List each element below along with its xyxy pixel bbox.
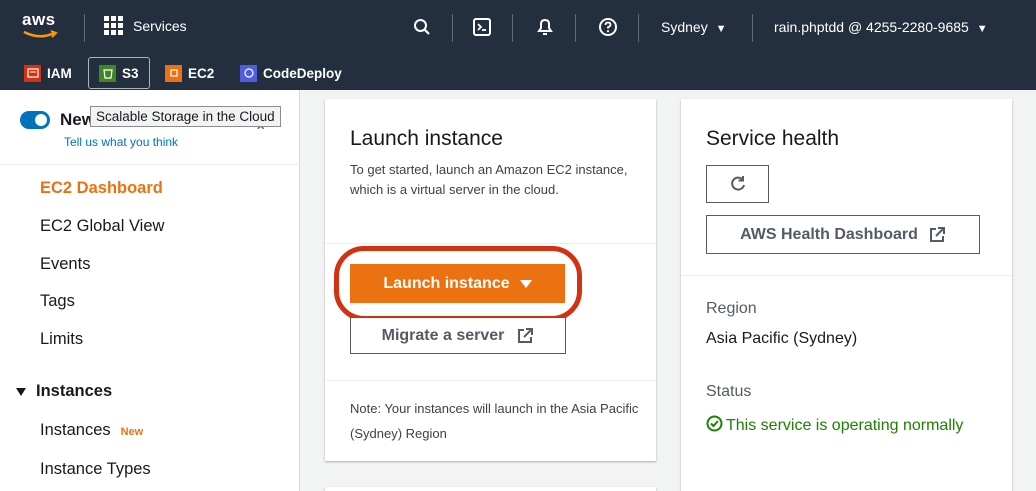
sidebar-item-events[interactable]: Events [40, 255, 90, 274]
status-value: This service is operating normally [706, 412, 966, 439]
caret-down-icon: ▼ [976, 23, 988, 35]
divider [638, 14, 639, 42]
cloudshell-icon[interactable] [470, 15, 494, 39]
search-icon[interactable] [410, 15, 434, 39]
divider [84, 14, 85, 42]
divider [752, 14, 753, 42]
services-menu[interactable]: Services [104, 16, 187, 35]
status-label: Status [706, 383, 752, 400]
feedback-link[interactable]: Tell us what you think [64, 135, 178, 149]
bucket-icon [99, 64, 116, 82]
region-value: Asia Pacific (Sydney) [706, 330, 858, 347]
sidebar-item-tags[interactable]: Tags [40, 292, 75, 311]
account-label: rain.phptdd @ 4255-2280-9685 [774, 19, 969, 35]
external-link-icon [929, 226, 945, 242]
sidebar: New Tell us what you think ⌃ Scalable St… [0, 90, 300, 491]
sidebar-section-instances[interactable]: Instances [16, 382, 112, 401]
launch-instance-card: Launch instance To get started, launch a… [325, 99, 656, 461]
aws-smile-icon [23, 30, 58, 38]
favorite-ec2[interactable]: EC2 [165, 56, 214, 90]
divider [325, 243, 656, 244]
status-text: This service is operating normally [726, 417, 964, 434]
divider [0, 164, 300, 165]
section-label: Instances [36, 382, 113, 400]
ec2-icon [165, 64, 182, 82]
favorite-label: EC2 [188, 65, 215, 81]
refresh-button[interactable] [706, 165, 769, 203]
iam-icon [24, 64, 41, 82]
tooltip: Scalable Storage in the Cloud [90, 106, 281, 127]
bell-icon[interactable] [533, 15, 557, 39]
favorite-label: S3 [122, 65, 139, 81]
divider [452, 14, 453, 42]
favorite-label: IAM [47, 65, 72, 81]
favorite-codedeploy[interactable]: CodeDeploy [240, 56, 342, 90]
button-label: Migrate a server [381, 326, 505, 344]
migrate-server-button[interactable]: Migrate a server [350, 317, 566, 354]
divider [681, 275, 1012, 276]
sidebar-item-label: Instances [40, 421, 111, 439]
check-circle-icon [706, 415, 723, 432]
card-description: To get started, launch an Amazon EC2 ins… [350, 162, 628, 197]
new-badge: New [120, 426, 144, 438]
divider [575, 14, 576, 42]
aws-logo-text: aws [22, 10, 56, 29]
caret-down-icon: ▼ [715, 23, 727, 35]
caret-down-icon [16, 387, 26, 396]
help-icon[interactable] [596, 15, 620, 39]
sidebar-item-ec2-dashboard[interactable]: EC2 Dashboard [40, 179, 163, 198]
codedeploy-icon [240, 64, 257, 82]
divider [512, 14, 513, 42]
button-label: AWS Health Dashboard [740, 225, 918, 243]
favorite-s3[interactable]: S3 [88, 57, 150, 89]
sidebar-item-limits[interactable]: Limits [40, 330, 83, 349]
external-link-icon [518, 327, 534, 343]
favorite-label: CodeDeploy [263, 65, 342, 81]
favorite-iam[interactable]: IAM [24, 56, 72, 90]
region-label: Sydney [661, 19, 708, 35]
aws-logo[interactable]: aws [22, 10, 62, 40]
grid-icon [104, 16, 123, 35]
launch-note: Note: Your instances will launch in the … [350, 401, 639, 441]
new-experience-toggle[interactable] [20, 111, 50, 129]
top-navigation: aws Services Sydney ▼ rain.phptdd @ 4255… [0, 0, 1036, 56]
account-menu[interactable]: rain.phptdd @ 4255-2280-9685 ▼ [774, 19, 988, 35]
region-label: Region [706, 300, 757, 317]
annotation-highlight [334, 246, 582, 321]
next-card [325, 487, 656, 491]
sidebar-item-ec2-global-view[interactable]: EC2 Global View [40, 217, 164, 236]
aws-health-dashboard-button[interactable]: AWS Health Dashboard [706, 215, 980, 254]
sidebar-item-instances[interactable]: Instances New [40, 421, 143, 440]
divider [325, 380, 656, 381]
favorites-bar: IAM S3 EC2 CodeDeploy [0, 56, 1036, 90]
sidebar-item-instance-types[interactable]: Instance Types [40, 460, 151, 479]
card-title: Service health [706, 127, 840, 150]
services-label: Services [133, 17, 187, 34]
card-title: Launch instance [350, 127, 503, 150]
region-selector[interactable]: Sydney ▼ [661, 19, 726, 35]
service-health-card: Service health AWS Health Dashboard Regi… [681, 99, 1012, 491]
refresh-icon [730, 176, 745, 191]
